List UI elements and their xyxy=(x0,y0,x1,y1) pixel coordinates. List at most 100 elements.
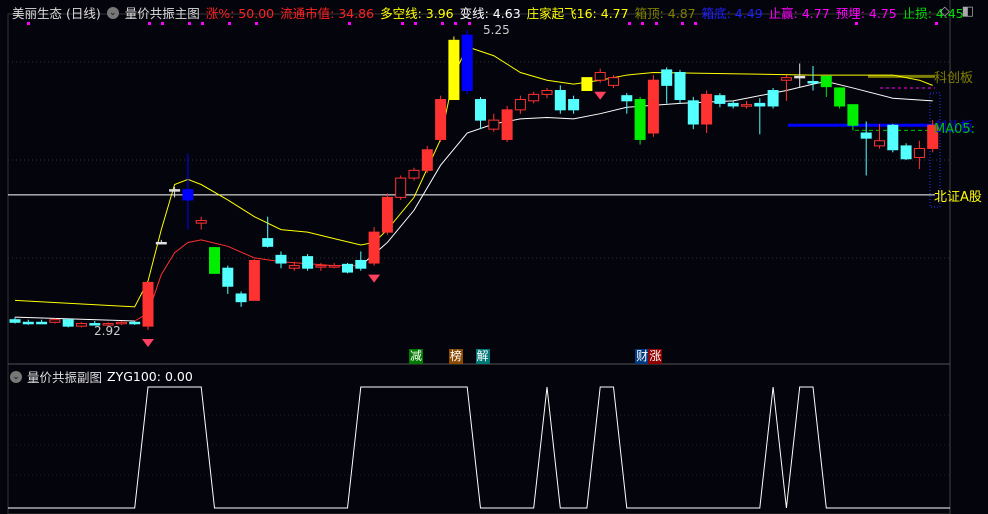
indicator-name[interactable]: 量价共振主图 xyxy=(125,3,200,22)
signal-marker xyxy=(401,22,404,25)
candle xyxy=(820,75,832,88)
candle xyxy=(262,238,274,247)
candle xyxy=(554,90,566,111)
diamond-icon[interactable]: ◇ xyxy=(940,4,950,19)
candle xyxy=(36,321,48,325)
candle xyxy=(701,93,713,125)
signal-marker xyxy=(694,22,697,25)
signal-marker xyxy=(628,22,631,25)
stock-title: 美丽生态 (日线) xyxy=(12,6,101,21)
candle xyxy=(368,231,380,264)
candle xyxy=(49,319,61,323)
candle xyxy=(514,99,526,111)
signal-marker xyxy=(414,22,417,25)
signal-marker xyxy=(641,22,644,25)
diamond-icon xyxy=(142,339,154,348)
sub-chart-header: ⌄ 量价共振副图 ZYG100: 0.00 xyxy=(10,367,193,386)
price-chart[interactable] xyxy=(0,0,988,514)
candle xyxy=(209,247,220,274)
candle xyxy=(621,95,633,102)
candle xyxy=(155,241,167,245)
chart-header: 美丽生态 (日线) ⌄ 量价共振主图 涨%: 50.00 流通市值: 34.86 多… xyxy=(12,3,964,22)
candle xyxy=(421,149,433,171)
signal-marker xyxy=(468,22,471,25)
candle xyxy=(288,265,300,269)
zyg100-line xyxy=(8,386,950,509)
chevron-down-icon[interactable]: ⌄ xyxy=(10,370,22,383)
candle xyxy=(355,259,367,269)
signal-marker xyxy=(228,22,231,25)
candle xyxy=(222,267,234,287)
header-metric: 庄家起飞16: 4.77 xyxy=(526,6,629,21)
label-ma05: MA05: xyxy=(934,122,976,137)
signal-marker xyxy=(454,22,457,25)
signal-marker xyxy=(255,22,258,25)
header-metric: 涨%: 50.00 xyxy=(205,6,275,21)
candle xyxy=(594,71,606,81)
candle xyxy=(435,99,447,140)
candle xyxy=(741,104,752,107)
event-tag[interactable]: 榜 xyxy=(448,349,463,364)
event-tag[interactable]: 涨 xyxy=(648,349,663,364)
header-metric: 流通市值: 34.86 xyxy=(280,6,375,21)
candle xyxy=(501,109,513,140)
candle xyxy=(142,281,154,327)
panel-toggle-icon[interactable]: ◧ xyxy=(962,4,974,19)
candle xyxy=(302,256,314,269)
ma-line xyxy=(134,239,361,322)
candle xyxy=(488,119,500,130)
candle xyxy=(847,104,859,126)
candle xyxy=(634,99,646,140)
signal-marker xyxy=(188,22,191,25)
signal-marker xyxy=(161,22,164,25)
header-metric: 多空线: 3.96 xyxy=(380,6,454,21)
event-tag[interactable]: 财 xyxy=(635,349,650,364)
header-metric: 止赢: 4.77 xyxy=(768,6,830,21)
high-annotation: 5.25 xyxy=(483,23,510,37)
signal-marker xyxy=(148,22,151,25)
candle xyxy=(860,132,872,139)
candle xyxy=(395,177,407,198)
candle xyxy=(661,69,673,86)
candle xyxy=(647,79,659,134)
header-metric: 箱顶: 4.87 xyxy=(634,6,696,21)
signal-marker xyxy=(27,22,30,25)
event-tag[interactable]: 减 xyxy=(409,349,424,364)
candle xyxy=(381,196,393,233)
candle xyxy=(780,77,792,81)
candle xyxy=(714,95,726,104)
candle xyxy=(900,145,912,160)
sub-indicator-name[interactable]: 量价共振副图 xyxy=(27,367,102,386)
candle xyxy=(22,321,34,325)
candle xyxy=(342,263,353,273)
candle xyxy=(169,189,181,192)
label-bz: 北证A股 xyxy=(934,190,982,205)
candle xyxy=(408,169,420,179)
chevron-down-icon[interactable]: ⌄ xyxy=(106,6,119,19)
candle xyxy=(541,90,553,95)
signal-marker xyxy=(855,22,858,25)
header-metric: 箱底: 4.49 xyxy=(701,6,763,21)
event-tag[interactable]: 解 xyxy=(475,349,490,364)
candle xyxy=(834,87,846,107)
signal-marker xyxy=(441,22,444,25)
candle xyxy=(767,90,779,107)
candle xyxy=(807,81,819,84)
candle xyxy=(248,259,260,301)
candle xyxy=(887,124,899,151)
candle xyxy=(461,34,473,92)
candle xyxy=(874,140,885,147)
candle xyxy=(182,189,194,201)
ma-line xyxy=(14,316,135,322)
upper-line xyxy=(14,46,933,308)
candle xyxy=(475,99,486,121)
candle xyxy=(568,99,580,111)
diamond-icon xyxy=(368,274,381,283)
candle xyxy=(528,93,540,102)
low-annotation: 2.92 xyxy=(94,324,121,338)
candle xyxy=(448,39,460,101)
label-kcb: 科创板 xyxy=(934,71,974,86)
candle xyxy=(315,265,327,268)
candle xyxy=(794,75,806,79)
candle xyxy=(129,321,141,325)
